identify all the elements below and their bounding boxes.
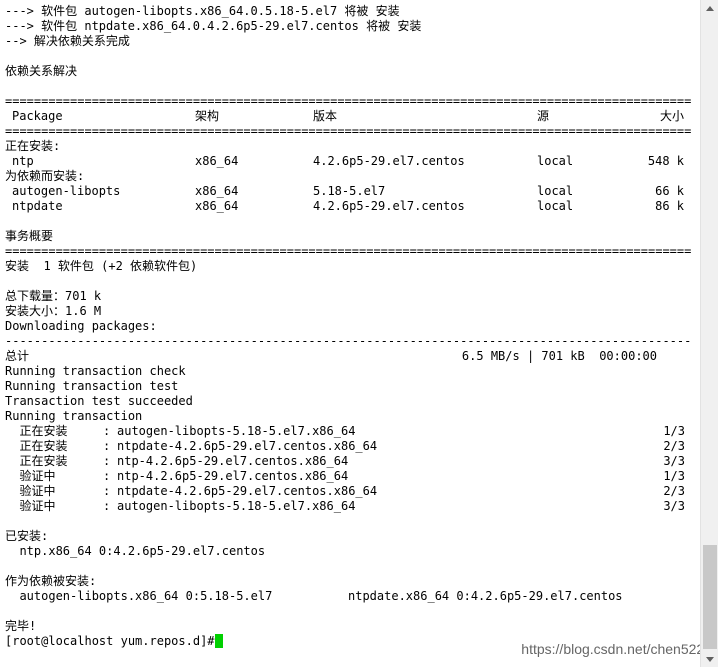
text-cursor <box>215 634 223 648</box>
dash-separator: ----------------------------------------… <box>5 334 691 348</box>
scroll-down-button[interactable] <box>701 651 718 667</box>
transaction-action: 验证中 <box>5 469 56 483</box>
terminal-line: Transaction test succeeded <box>5 394 193 408</box>
transaction-package: ntp-4.2.6p5-29.el7.centos.x86_64 <box>117 469 349 483</box>
transaction-progress: 1/3 <box>663 469 685 483</box>
terminal-line: Running transaction <box>5 409 143 423</box>
terminal-line: ---> 软件包 ntpdate.x86_64.0.4.2.6p5-29.el7… <box>5 19 422 33</box>
column-header-package: Package <box>12 109 63 123</box>
section-label: 事务概要 <box>5 229 54 243</box>
package-size: 548 k <box>647 154 684 168</box>
column-header-repo: 源 <box>537 109 550 123</box>
shell-prompt[interactable]: [root@localhost yum.repos.d]# <box>5 634 222 649</box>
transaction-separator: : <box>103 439 118 453</box>
package-arch: x86_64 <box>195 199 239 213</box>
column-header-size: 大小 <box>659 109 684 123</box>
section-label: 已安装: <box>5 529 49 543</box>
terminal-line: 总下载量：701 k <box>5 289 102 303</box>
double-separator: ========================================… <box>5 124 691 138</box>
terminal-output[interactable]: ---> 软件包 autogen-libopts.x86_64.0.5.18-5… <box>0 0 700 667</box>
scroll-up-button[interactable] <box>701 0 718 16</box>
package-version: 5.18-5.el7 <box>313 184 386 198</box>
column-header-arch: 架构 <box>195 109 220 123</box>
transaction-package: autogen-libopts-5.18-5.el7.x86_64 <box>117 424 356 438</box>
triangle-down-icon <box>706 656 714 662</box>
transaction-separator: : <box>103 484 118 498</box>
triangle-up-icon <box>706 5 714 11</box>
terminal-line: ntp.x86_64 0:4.2.6p5-29.el7.centos <box>5 544 266 558</box>
transaction-progress: 2/3 <box>663 484 685 498</box>
package-size: 86 k <box>655 199 684 213</box>
terminal-line: 安装大小：1.6 M <box>5 304 102 318</box>
package-repo: local <box>537 154 574 168</box>
transaction-progress: 3/3 <box>663 499 685 513</box>
vertical-scrollbar[interactable] <box>700 0 718 667</box>
download-speed: 6.5 MB/s | 701 kB 00:00:00 <box>461 349 657 363</box>
terminal-line: 安装 1 软件包 (+2 依赖软件包) <box>5 259 198 273</box>
transaction-action: 正在安装 <box>5 424 68 438</box>
section-label: 正在安装: <box>5 139 61 153</box>
scroll-thumb[interactable] <box>703 545 717 649</box>
terminal-line: autogen-libopts.x86_64 0:5.18-5.el7 <box>5 589 273 603</box>
package-name: ntp <box>12 154 34 168</box>
package-name: ntpdate <box>12 199 63 213</box>
terminal-line: ---> 软件包 autogen-libopts.x86_64.0.5.18-5… <box>5 4 400 18</box>
transaction-package: ntpdate-4.2.6p5-29.el7.centos.x86_64 <box>117 439 378 453</box>
terminal-line: 依赖关系解决 <box>5 64 78 78</box>
package-name: autogen-libopts <box>12 184 121 198</box>
transaction-progress: 1/3 <box>663 424 685 438</box>
terminal-line: ntpdate.x86_64 0:4.2.6p5-29.el7.centos <box>348 589 623 603</box>
package-repo: local <box>537 199 574 213</box>
section-label: 作为依赖被安装: <box>5 574 97 588</box>
section-label: 为依赖而安装: <box>5 169 85 183</box>
terminal-line: Running transaction check <box>5 364 186 378</box>
package-arch: x86_64 <box>195 154 239 168</box>
transaction-package: ntp-4.2.6p5-29.el7.centos.x86_64 <box>117 454 349 468</box>
transaction-action: 正在安装 <box>5 439 68 453</box>
transaction-action: 验证中 <box>5 484 56 498</box>
watermark-url: https://blog.csdn.net/chen5225 <box>521 641 712 657</box>
terminal-line: --> 解决依赖关系完成 <box>5 34 130 48</box>
transaction-progress: 3/3 <box>663 454 685 468</box>
transaction-action: 验证中 <box>5 499 56 513</box>
column-header-version: 版本 <box>313 109 338 123</box>
package-arch: x86_64 <box>195 184 239 198</box>
terminal-line: 总计 <box>5 349 30 363</box>
transaction-separator: : <box>103 454 118 468</box>
package-size: 66 k <box>655 184 684 198</box>
double-separator: ========================================… <box>5 244 691 258</box>
transaction-separator: : <box>103 469 118 483</box>
package-version: 4.2.6p5-29.el7.centos <box>313 199 465 213</box>
package-repo: local <box>537 184 574 198</box>
package-version: 4.2.6p5-29.el7.centos <box>313 154 465 168</box>
terminal-line: 完毕! <box>5 619 37 633</box>
terminal-line: Downloading packages: <box>5 319 157 333</box>
double-separator: ========================================… <box>5 94 691 108</box>
transaction-progress: 2/3 <box>663 439 685 453</box>
transaction-action: 正在安装 <box>5 454 68 468</box>
transaction-package: ntpdate-4.2.6p5-29.el7.centos.x86_64 <box>117 484 378 498</box>
transaction-separator: : <box>103 424 118 438</box>
transaction-package: autogen-libopts-5.18-5.el7.x86_64 <box>117 499 356 513</box>
transaction-separator: : <box>103 499 118 513</box>
terminal-line: Running transaction test <box>5 379 179 393</box>
